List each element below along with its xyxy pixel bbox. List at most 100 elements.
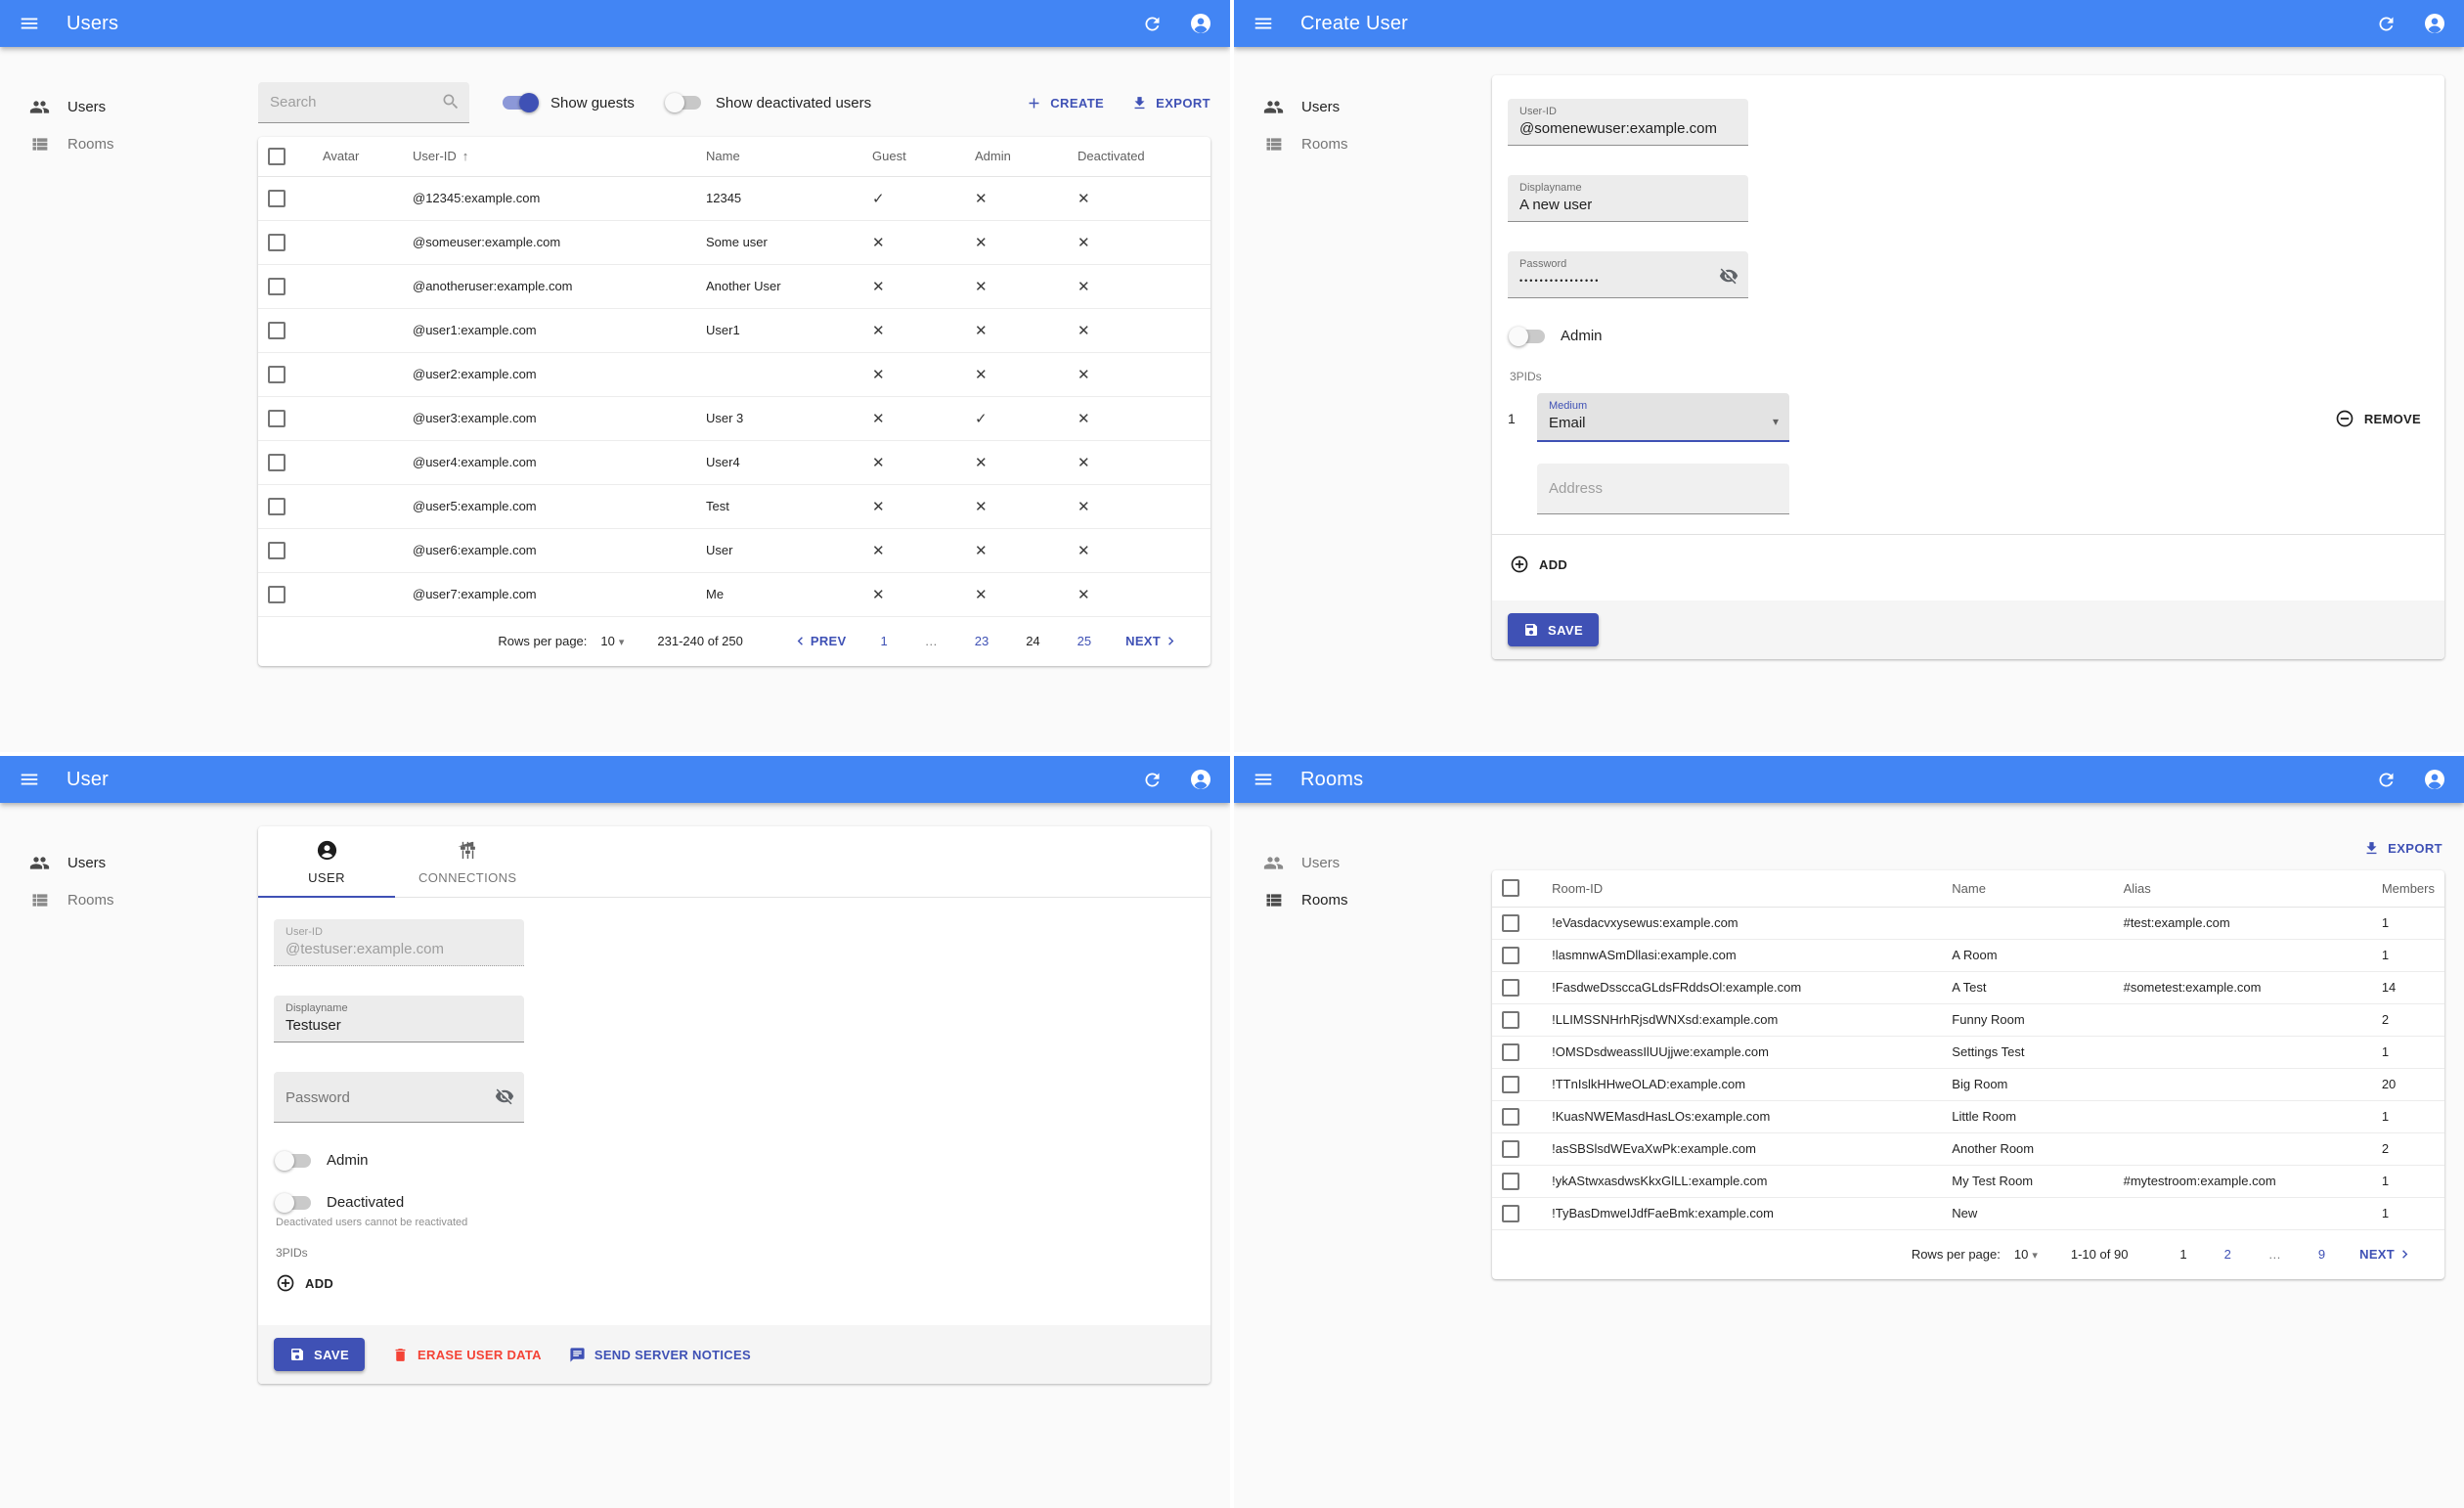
row-checkbox[interactable] [268, 321, 286, 339]
table-row[interactable]: !KuasNWEMasdHasLOs:example.com Little Roo… [1492, 1100, 2444, 1133]
show-deactivated-toggle[interactable]: Show deactivated users [664, 93, 871, 112]
profile-icon[interactable] [1189, 768, 1212, 791]
user-id-field[interactable]: User-ID @somenewuser:example.com [1508, 99, 1748, 146]
select-all-checkbox[interactable] [268, 147, 286, 165]
rows-per-page-select[interactable]: 10 ▾ [2014, 1247, 2038, 1262]
table-row[interactable]: !TTnIslkHHweOLAD:example.com Big Room 20 [1492, 1068, 2444, 1101]
row-checkbox[interactable] [1502, 1042, 1519, 1061]
row-checkbox[interactable] [1502, 1204, 1519, 1222]
refresh-icon[interactable] [1140, 768, 1164, 791]
save-button[interactable]: SAVE [274, 1338, 366, 1371]
table-row[interactable]: !lasmnwASmDllasi:example.com A Room 1 [1492, 939, 2444, 972]
toggle-off[interactable] [275, 1192, 311, 1213]
table-row[interactable]: @user2:example.com ✕ ✕ ✕ [258, 352, 1210, 397]
password-field[interactable]: Password •••••••••••••••• [1508, 251, 1748, 298]
row-checkbox[interactable] [1502, 913, 1519, 932]
visibility-off-icon[interactable] [495, 1087, 514, 1106]
displayname-field[interactable]: Displayname A new user [1508, 175, 1748, 222]
visibility-off-icon[interactable] [1719, 266, 1738, 286]
admin-toggle[interactable]: Admin [275, 1150, 1195, 1171]
hamburger-menu-icon[interactable] [1252, 768, 1275, 791]
sidebar-item-users[interactable]: Users [0, 844, 233, 881]
toggle-on[interactable] [503, 93, 539, 112]
admin-toggle[interactable]: Admin [1509, 326, 2429, 346]
prev-button[interactable]: PREV [792, 633, 847, 649]
row-checkbox[interactable] [268, 541, 286, 559]
row-checkbox[interactable] [1502, 978, 1519, 997]
row-checkbox[interactable] [268, 453, 286, 471]
sidebar-item-users[interactable]: Users [1234, 844, 1467, 881]
sidebar-item-users[interactable]: Users [0, 88, 233, 125]
table-row[interactable]: !ykAStwxasdwsKkxGlLL:example.com My Test … [1492, 1165, 2444, 1198]
next-button[interactable]: NEXT [2359, 1246, 2413, 1263]
select-all-checkbox[interactable] [1502, 879, 1519, 898]
password-input[interactable] [286, 1086, 479, 1109]
refresh-icon[interactable] [1140, 12, 1164, 35]
rows-per-page-select[interactable]: 10 ▾ [600, 634, 624, 648]
row-checkbox[interactable] [268, 585, 286, 603]
sidebar-item-rooms[interactable]: Rooms [0, 881, 233, 918]
row-checkbox[interactable] [268, 409, 286, 427]
table-row[interactable]: @user1:example.com User1 ✕ ✕ ✕ [258, 308, 1210, 353]
export-button[interactable]: EXPORT [2363, 840, 2442, 857]
row-checkbox[interactable] [1502, 1075, 1519, 1093]
displayname-field[interactable]: Displayname Testuser [274, 996, 524, 1042]
tab-user[interactable]: USER [258, 826, 395, 898]
table-row[interactable]: !FasdweDssccaGLdsFRddsOl:example.com A Te… [1492, 971, 2444, 1004]
tab-connections[interactable]: CONNECTIONS [395, 826, 540, 897]
toggle-off[interactable] [1509, 326, 1545, 346]
page-link[interactable]: 1 [880, 634, 887, 648]
show-guests-toggle[interactable]: Show guests [503, 93, 635, 112]
hamburger-menu-icon[interactable] [18, 12, 41, 35]
page-link[interactable]: 25 [1078, 634, 1091, 648]
row-checkbox[interactable] [268, 189, 286, 207]
row-checkbox[interactable] [1502, 1139, 1519, 1158]
row-checkbox[interactable] [1502, 1172, 1519, 1190]
remove-button[interactable]: REMOVE [2335, 393, 2429, 428]
save-button[interactable]: SAVE [1508, 613, 1600, 646]
row-checkbox[interactable] [1502, 946, 1519, 964]
row-checkbox[interactable] [1502, 1010, 1519, 1029]
add-threepid-button[interactable]: ADD [1510, 554, 1567, 574]
next-button[interactable]: NEXT [1125, 633, 1179, 649]
sidebar-item-rooms[interactable]: Rooms [0, 125, 233, 162]
profile-icon[interactable] [1189, 12, 1212, 35]
table-row[interactable]: @12345:example.com 12345 ✓ ✕ ✕ [258, 176, 1210, 221]
table-row[interactable]: @user3:example.com User 3 ✕ ✓ ✕ [258, 396, 1210, 441]
table-row[interactable]: !TyBasDmweIJdfFaeBmk:example.com New 1 [1492, 1197, 2444, 1230]
table-row[interactable]: @user7:example.com Me ✕ ✕ ✕ [258, 572, 1210, 617]
row-checkbox[interactable] [268, 365, 286, 383]
table-row[interactable]: !eVasdacvxysewus:example.com #test:exampl… [1492, 907, 2444, 940]
table-row[interactable]: !LLIMSSNHrhRjsdWNXsd:example.com Funny Ro… [1492, 1003, 2444, 1037]
table-row[interactable]: @someuser:example.com Some user ✕ ✕ ✕ [258, 220, 1210, 265]
row-checkbox[interactable] [1502, 1107, 1519, 1126]
col-user-id[interactable]: User-ID ↑ [403, 137, 696, 177]
hamburger-menu-icon[interactable] [18, 768, 41, 791]
row-checkbox[interactable] [268, 497, 286, 515]
export-button[interactable]: EXPORT [1131, 95, 1210, 111]
row-checkbox[interactable] [268, 233, 286, 251]
deactivated-toggle[interactable]: Deactivated [275, 1192, 1195, 1213]
table-row[interactable]: @user5:example.com Test ✕ ✕ ✕ [258, 484, 1210, 529]
sidebar-item-users[interactable]: Users [1234, 88, 1467, 125]
col-room-id[interactable]: Room-ID [1542, 870, 1943, 908]
page-link[interactable]: 23 [975, 634, 989, 648]
profile-icon[interactable] [2423, 12, 2446, 35]
page-link[interactable]: 2 [2224, 1247, 2231, 1262]
toggle-off[interactable] [664, 93, 701, 112]
page-link[interactable]: 9 [2318, 1247, 2325, 1262]
send-server-notices-button[interactable]: SEND SERVER NOTICES [569, 1347, 751, 1363]
table-row[interactable]: @user6:example.com User ✕ ✕ ✕ [258, 528, 1210, 573]
profile-icon[interactable] [2423, 768, 2446, 791]
hamburger-menu-icon[interactable] [1252, 12, 1275, 35]
row-checkbox[interactable] [268, 277, 286, 295]
table-row[interactable]: @anotheruser:example.com Another User ✕ ✕ ✕ [258, 264, 1210, 309]
table-row[interactable]: @user4:example.com User4 ✕ ✕ ✕ [258, 440, 1210, 485]
medium-select[interactable]: Medium Email ▾ [1537, 393, 1789, 442]
address-input[interactable] [1537, 480, 1789, 497]
create-button[interactable]: CREATE [1026, 95, 1104, 111]
refresh-icon[interactable] [2374, 768, 2398, 791]
sidebar-item-rooms[interactable]: Rooms [1234, 881, 1467, 918]
refresh-icon[interactable] [2374, 12, 2398, 35]
sidebar-item-rooms[interactable]: Rooms [1234, 125, 1467, 162]
